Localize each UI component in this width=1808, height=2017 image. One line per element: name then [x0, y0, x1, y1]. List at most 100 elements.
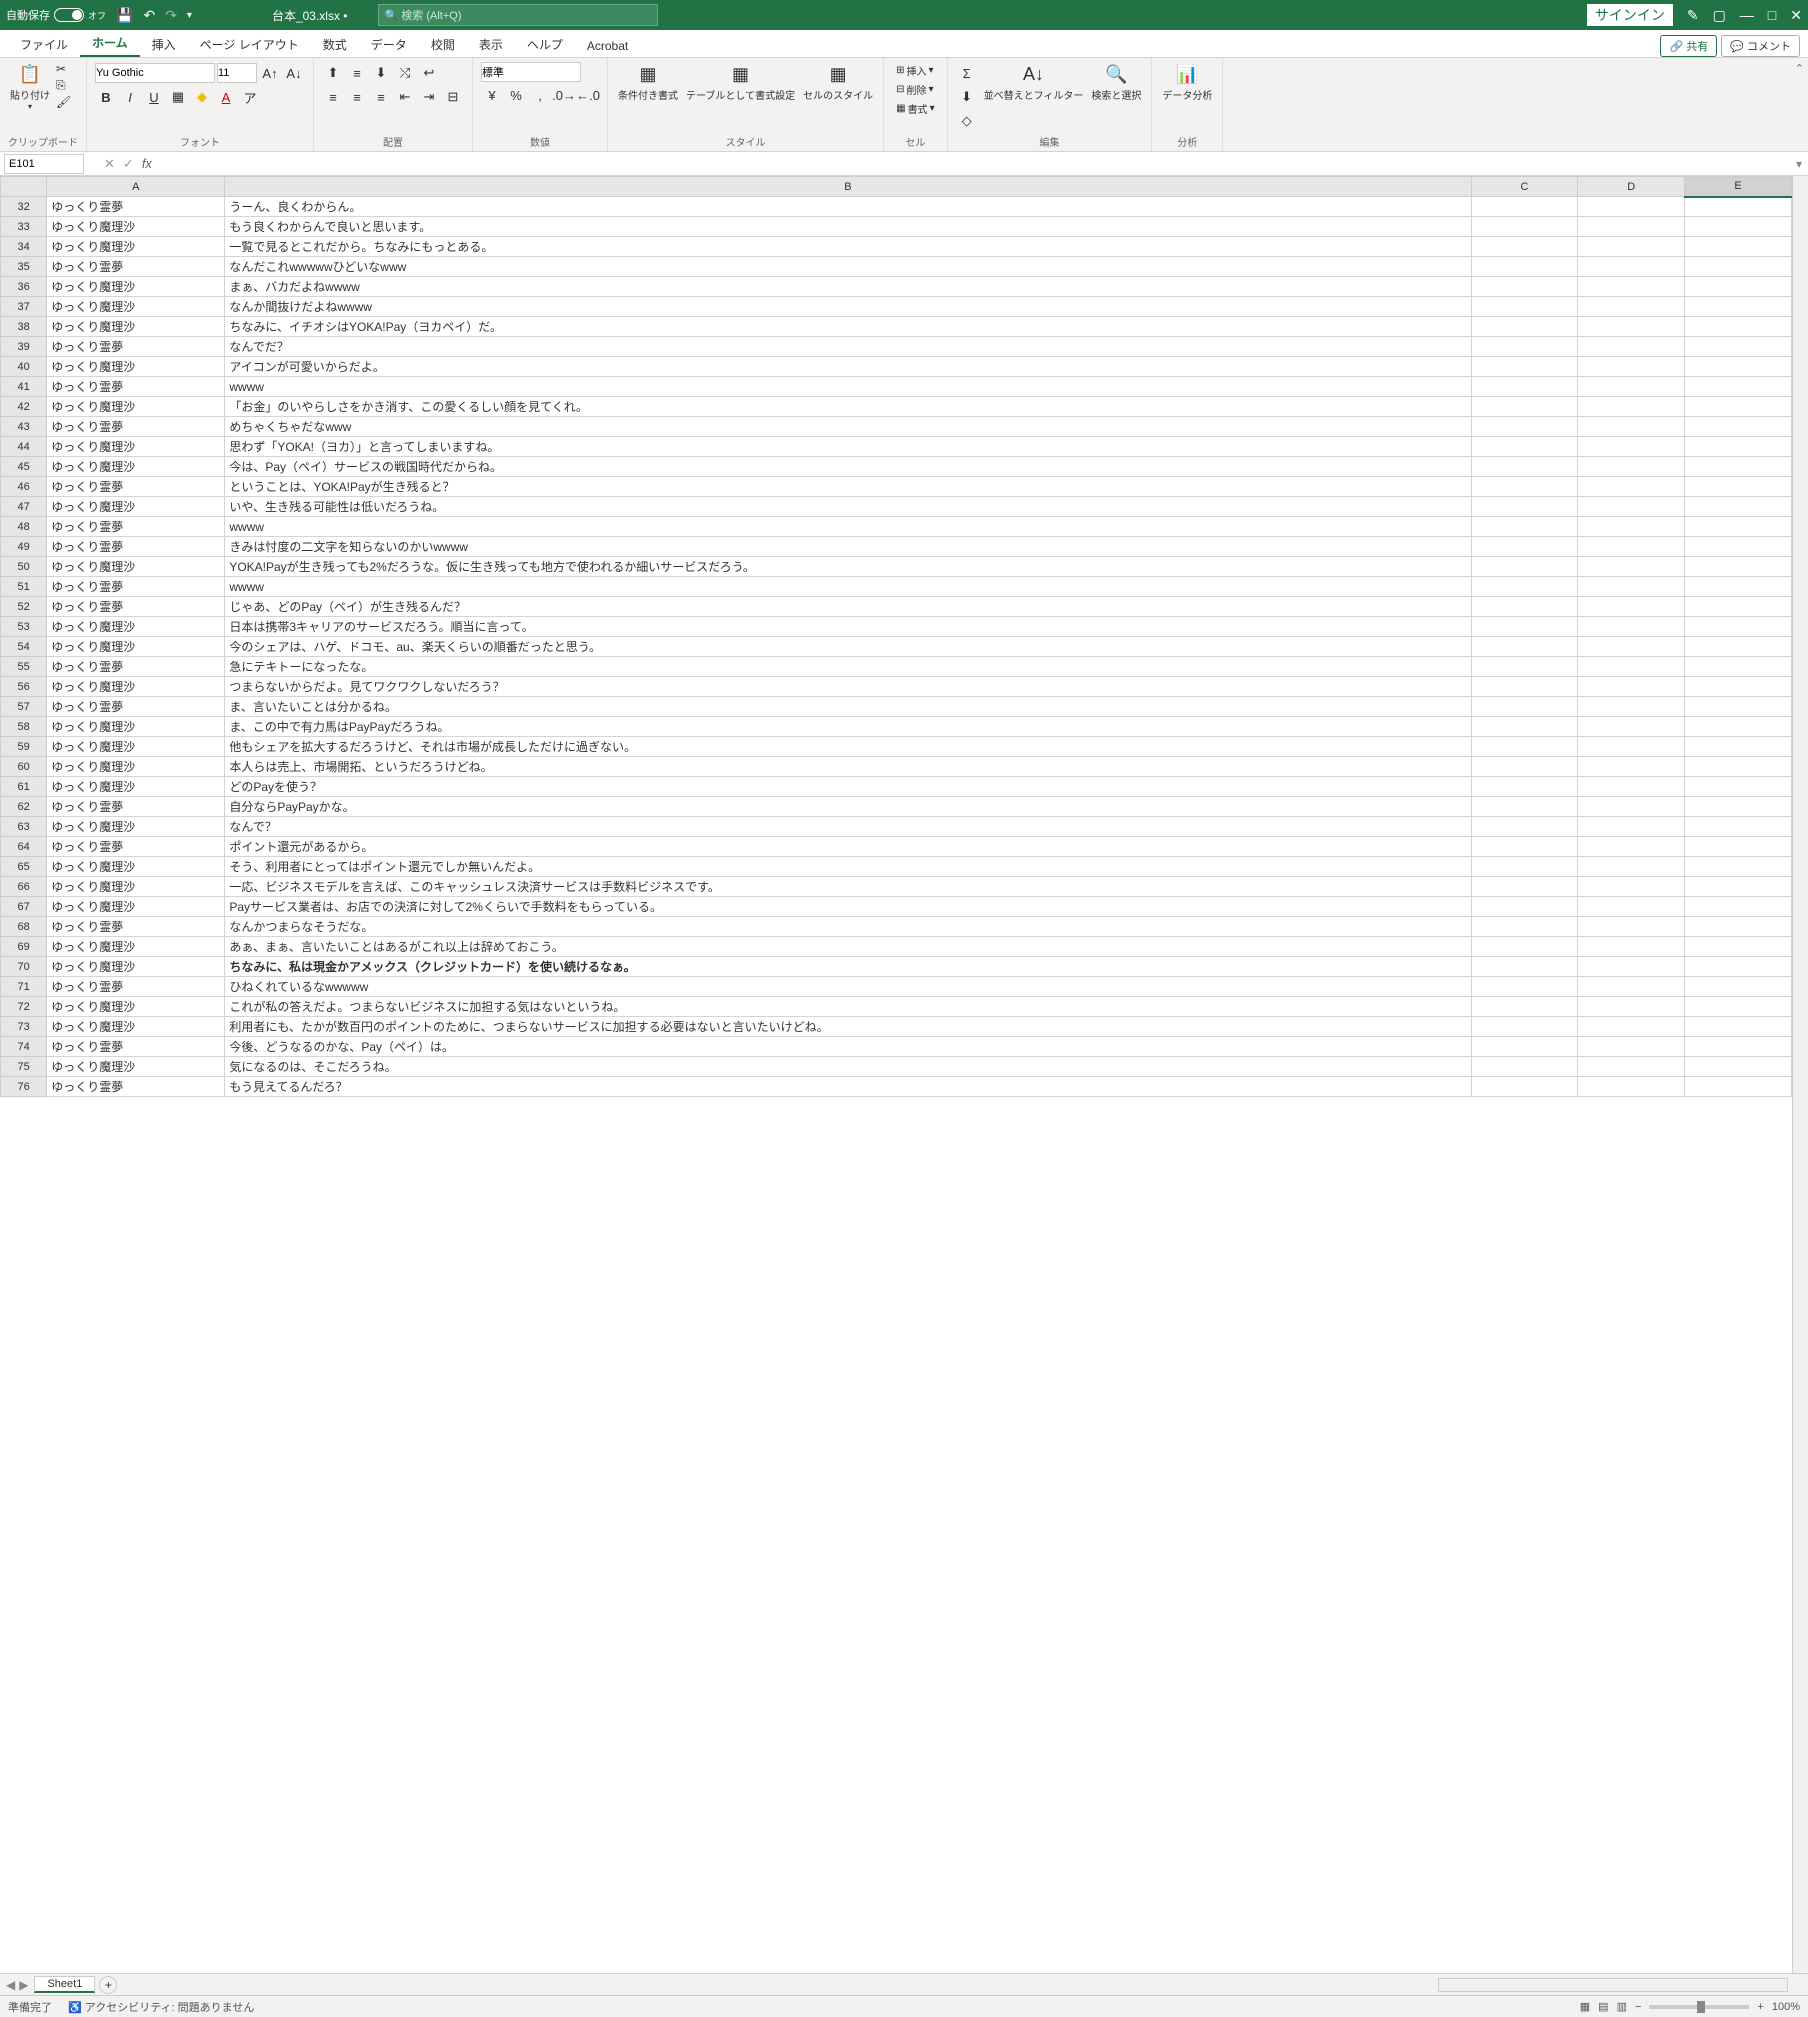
cell[interactable]: [1578, 537, 1685, 557]
cell[interactable]: もう良くわからんで良いと思います。: [225, 217, 1471, 237]
cell[interactable]: [1471, 417, 1578, 437]
merge-icon[interactable]: ⊟: [442, 86, 464, 108]
cell[interactable]: [1685, 237, 1792, 257]
cell[interactable]: ゆっくり霊夢: [47, 597, 225, 617]
cell[interactable]: [1578, 197, 1685, 217]
cell[interactable]: ゆっくり霊夢: [47, 697, 225, 717]
cell[interactable]: [1471, 1037, 1578, 1057]
format-cells-button[interactable]: ▦ 書式 ▾: [892, 100, 938, 117]
cell[interactable]: [1578, 937, 1685, 957]
font-color-button[interactable]: A: [215, 86, 237, 108]
row-header[interactable]: 68: [1, 917, 47, 937]
cell[interactable]: 他もシェアを拡大するだろうけど、それは市場が成長しただけに過ぎない。: [225, 737, 1471, 757]
cell[interactable]: [1578, 597, 1685, 617]
cell[interactable]: [1578, 437, 1685, 457]
cell[interactable]: ゆっくり魔理沙: [47, 957, 225, 977]
redo-icon[interactable]: ↷: [165, 7, 177, 24]
align-bottom-icon[interactable]: ⬇: [370, 62, 392, 84]
tab-acrobat[interactable]: Acrobat: [575, 35, 640, 57]
row-header[interactable]: 40: [1, 357, 47, 377]
cell[interactable]: [1471, 937, 1578, 957]
data-analysis-button[interactable]: 📊データ分析: [1160, 62, 1214, 104]
cell[interactable]: [1685, 317, 1792, 337]
phonetic-button[interactable]: ア: [239, 86, 261, 108]
cell[interactable]: [1578, 717, 1685, 737]
cell[interactable]: [1471, 857, 1578, 877]
cell[interactable]: [1578, 217, 1685, 237]
cell[interactable]: ゆっくり魔理沙: [47, 1057, 225, 1077]
cell[interactable]: もう見えてるんだろ？: [225, 1077, 1471, 1097]
find-select-button[interactable]: 🔍検索と選択: [1089, 62, 1143, 104]
cell[interactable]: [1578, 797, 1685, 817]
italic-button[interactable]: I: [119, 86, 141, 108]
cell[interactable]: ゆっくり霊夢: [47, 257, 225, 277]
cell[interactable]: [1685, 817, 1792, 837]
cell[interactable]: [1685, 437, 1792, 457]
row-header[interactable]: 67: [1, 897, 47, 917]
cell[interactable]: YOKA!Payが生き残っても2%だろうな。仮に生き残っても地方で使われるか細い…: [225, 557, 1471, 577]
cell[interactable]: なんか間抜けだよねwwww: [225, 297, 1471, 317]
cell[interactable]: [1685, 897, 1792, 917]
row-header[interactable]: 37: [1, 297, 47, 317]
cell[interactable]: [1471, 197, 1578, 217]
cell[interactable]: [1578, 977, 1685, 997]
row-header[interactable]: 51: [1, 577, 47, 597]
cell[interactable]: [1471, 557, 1578, 577]
cell[interactable]: ゆっくり魔理沙: [47, 757, 225, 777]
row-header[interactable]: 76: [1, 1077, 47, 1097]
row-header[interactable]: 47: [1, 497, 47, 517]
tab-layout[interactable]: ページ レイアウト: [188, 32, 311, 57]
cell[interactable]: [1471, 577, 1578, 597]
cell[interactable]: [1471, 897, 1578, 917]
grow-font-icon[interactable]: A↑: [259, 62, 281, 84]
sheet-prev-icon[interactable]: ◀: [6, 1978, 15, 1992]
cell[interactable]: どのPayを使う？: [225, 777, 1471, 797]
table-format-button[interactable]: ▦テーブルとして書式設定: [684, 62, 797, 104]
cell[interactable]: [1685, 397, 1792, 417]
cell[interactable]: ゆっくり霊夢: [47, 377, 225, 397]
row-header[interactable]: 34: [1, 237, 47, 257]
tab-home[interactable]: ホーム: [80, 30, 140, 57]
cell-style-button[interactable]: ▦セルのスタイル: [801, 62, 875, 104]
cell[interactable]: 気になるのは、そこだろうね。: [225, 1057, 1471, 1077]
cell[interactable]: ゆっくり魔理沙: [47, 397, 225, 417]
cell[interactable]: ま、言いたいことは分かるね。: [225, 697, 1471, 717]
cell[interactable]: [1578, 277, 1685, 297]
cell[interactable]: ゆっくり魔理沙: [47, 857, 225, 877]
cell[interactable]: ゆっくり魔理沙: [47, 637, 225, 657]
cell[interactable]: [1471, 397, 1578, 417]
share-button[interactable]: 🔗 共有: [1660, 35, 1717, 57]
cell[interactable]: あぁ、まぁ、言いたいことはあるがこれ以上は辞めておこう。: [225, 937, 1471, 957]
row-header[interactable]: 50: [1, 557, 47, 577]
row-header[interactable]: 33: [1, 217, 47, 237]
copy-icon[interactable]: ⎘: [56, 78, 71, 93]
row-header[interactable]: 71: [1, 977, 47, 997]
cell[interactable]: [1471, 837, 1578, 857]
cancel-formula-icon[interactable]: ✕: [104, 156, 115, 172]
cell[interactable]: [1685, 717, 1792, 737]
sort-filter-button[interactable]: A↓並べ替えとフィルター: [982, 62, 1086, 104]
cell[interactable]: 急にテキトーになったな。: [225, 657, 1471, 677]
cell[interactable]: [1471, 917, 1578, 937]
col-header-d[interactable]: D: [1578, 177, 1685, 197]
cell[interactable]: [1685, 1057, 1792, 1077]
row-header[interactable]: 61: [1, 777, 47, 797]
cell[interactable]: [1471, 257, 1578, 277]
cell[interactable]: ゆっくり魔理沙: [47, 497, 225, 517]
row-header[interactable]: 43: [1, 417, 47, 437]
cell[interactable]: [1685, 217, 1792, 237]
clear-icon[interactable]: ◇: [956, 110, 978, 132]
cell[interactable]: [1578, 237, 1685, 257]
row-header[interactable]: 72: [1, 997, 47, 1017]
cell[interactable]: [1471, 717, 1578, 737]
cell[interactable]: ゆっくり霊夢: [47, 797, 225, 817]
cell[interactable]: ゆっくり魔理沙: [47, 737, 225, 757]
comma-icon[interactable]: ,: [529, 84, 551, 106]
row-header[interactable]: 62: [1, 797, 47, 817]
row-header[interactable]: 35: [1, 257, 47, 277]
cell[interactable]: [1471, 497, 1578, 517]
row-header[interactable]: 39: [1, 337, 47, 357]
cell[interactable]: [1578, 417, 1685, 437]
cell[interactable]: ゆっくり霊夢: [47, 577, 225, 597]
row-header[interactable]: 52: [1, 597, 47, 617]
